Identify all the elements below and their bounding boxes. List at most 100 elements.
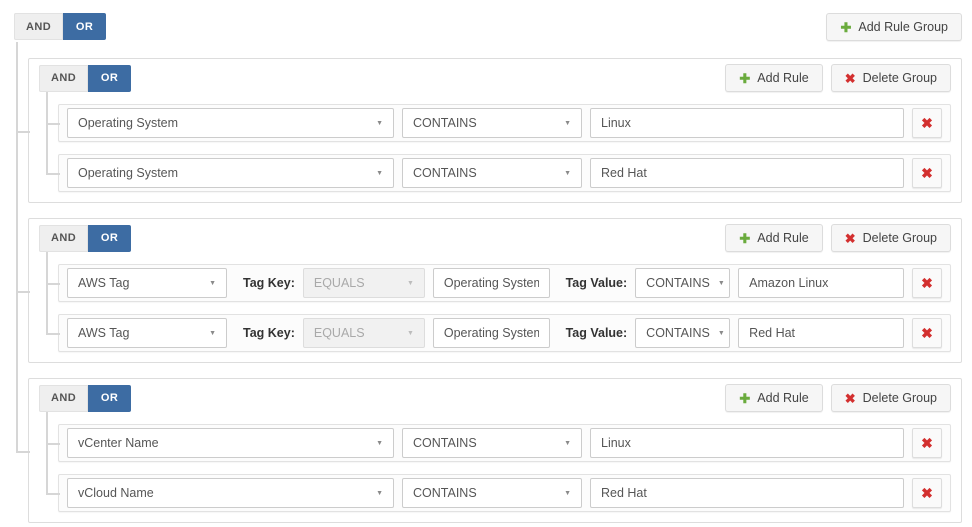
- operator-select[interactable]: CONTAINS ▼: [635, 318, 730, 348]
- rule-group-list: AND OR ✚ Add Rule ✖ Delete Group: [14, 58, 962, 523]
- group-actions: ✚ Add Rule ✖ Delete Group: [725, 224, 951, 252]
- operator-select[interactable]: CONTAINS ▼: [402, 478, 582, 508]
- group-header: AND OR ✚ Add Rule ✖ Delete Group: [39, 384, 951, 412]
- delete-group-button[interactable]: ✖ Delete Group: [831, 64, 951, 92]
- caret-down-icon: ▼: [376, 440, 383, 447]
- root-or-button[interactable]: OR: [63, 13, 106, 40]
- value-input[interactable]: [590, 428, 904, 458]
- field-select[interactable]: vCenter Name ▼: [67, 428, 394, 458]
- caret-down-icon: ▼: [718, 280, 725, 287]
- group-and-button[interactable]: AND: [39, 225, 88, 252]
- group-header: AND OR ✚ Add Rule ✖ Delete Group: [39, 224, 951, 252]
- delete-rule-button[interactable]: ✖: [912, 478, 942, 508]
- operator-select-value: CONTAINS: [413, 436, 477, 450]
- rule-list: vCenter Name ▼ CONTAINS ▼ ✖ vCloud Name: [39, 424, 951, 512]
- field-select-value: Operating System: [78, 116, 178, 130]
- group-and-or-toggle: AND OR: [39, 65, 131, 92]
- field-select[interactable]: AWS Tag ▼: [67, 318, 227, 348]
- value-input[interactable]: [590, 158, 904, 188]
- tag-key-operator-select: EQUALS ▼: [303, 318, 425, 348]
- delete-icon: ✖: [921, 326, 933, 340]
- tag-key-input[interactable]: [433, 318, 550, 348]
- caret-down-icon: ▼: [407, 330, 414, 337]
- caret-down-icon: ▼: [209, 280, 216, 287]
- caret-down-icon: ▼: [564, 120, 571, 127]
- plus-icon: ✚: [840, 21, 851, 34]
- rule-list: AWS Tag ▼ Tag Key: EQUALS ▼ Tag Value: C…: [39, 264, 951, 352]
- tag-key-input[interactable]: [433, 268, 550, 298]
- operator-select[interactable]: CONTAINS ▼: [402, 428, 582, 458]
- add-rule-button[interactable]: ✚ Add Rule: [725, 224, 822, 252]
- caret-down-icon: ▼: [407, 280, 414, 287]
- field-select[interactable]: vCloud Name ▼: [67, 478, 394, 508]
- rule-group: AND OR ✚ Add Rule ✖ Delete Group: [28, 218, 962, 363]
- add-rule-button[interactable]: ✚ Add Rule: [725, 64, 822, 92]
- tag-key-label: Tag Key:: [243, 326, 295, 340]
- value-input[interactable]: [738, 268, 904, 298]
- caret-down-icon: ▼: [376, 120, 383, 127]
- field-select-value: AWS Tag: [78, 326, 129, 340]
- operator-select-value: CONTAINS: [413, 166, 477, 180]
- value-input[interactable]: [738, 318, 904, 348]
- rule-row: vCenter Name ▼ CONTAINS ▼ ✖: [58, 424, 951, 462]
- field-select[interactable]: Operating System ▼: [67, 158, 394, 188]
- caret-down-icon: ▼: [209, 330, 216, 337]
- delete-group-button[interactable]: ✖ Delete Group: [831, 384, 951, 412]
- delete-icon: ✖: [921, 486, 933, 500]
- add-rule-label: Add Rule: [757, 391, 808, 405]
- caret-down-icon: ▼: [564, 170, 571, 177]
- root-and-button[interactable]: AND: [14, 13, 63, 40]
- field-select-value: vCenter Name: [78, 436, 159, 450]
- value-input[interactable]: [590, 108, 904, 138]
- caret-down-icon: ▼: [376, 490, 383, 497]
- delete-icon: ✖: [845, 392, 856, 405]
- delete-rule-button[interactable]: ✖: [912, 318, 942, 348]
- add-rule-group-button[interactable]: ✚ Add Rule Group: [826, 13, 962, 41]
- rule-group: AND OR ✚ Add Rule ✖ Delete Group: [28, 378, 962, 523]
- delete-group-button[interactable]: ✖ Delete Group: [831, 224, 951, 252]
- field-select[interactable]: AWS Tag ▼: [67, 268, 227, 298]
- plus-icon: ✚: [739, 72, 750, 85]
- operator-select-value: CONTAINS: [646, 326, 710, 340]
- delete-group-label: Delete Group: [863, 71, 937, 85]
- add-rule-label: Add Rule: [757, 71, 808, 85]
- rule-row: AWS Tag ▼ Tag Key: EQUALS ▼ Tag Value: C…: [58, 314, 951, 352]
- delete-icon: ✖: [921, 166, 933, 180]
- value-input[interactable]: [590, 478, 904, 508]
- tag-key-operator-select: EQUALS ▼: [303, 268, 425, 298]
- rule-group: AND OR ✚ Add Rule ✖ Delete Group: [28, 58, 962, 203]
- group-and-or-toggle: AND OR: [39, 385, 131, 412]
- add-rule-label: Add Rule: [757, 231, 808, 245]
- group-and-button[interactable]: AND: [39, 65, 88, 92]
- operator-select[interactable]: CONTAINS ▼: [402, 108, 582, 138]
- rule-list: Operating System ▼ CONTAINS ▼ ✖ Operatin…: [39, 104, 951, 192]
- caret-down-icon: ▼: [376, 170, 383, 177]
- group-actions: ✚ Add Rule ✖ Delete Group: [725, 384, 951, 412]
- field-select-value: vCloud Name: [78, 486, 154, 500]
- delete-rule-button[interactable]: ✖: [912, 108, 942, 138]
- root-and-or-toggle: AND OR: [14, 13, 106, 40]
- group-header: AND OR ✚ Add Rule ✖ Delete Group: [39, 64, 951, 92]
- group-or-button[interactable]: OR: [88, 65, 131, 92]
- delete-group-label: Delete Group: [863, 391, 937, 405]
- tag-key-operator-value: EQUALS: [314, 326, 365, 340]
- add-rule-button[interactable]: ✚ Add Rule: [725, 384, 822, 412]
- delete-rule-button[interactable]: ✖: [912, 268, 942, 298]
- delete-rule-button[interactable]: ✖: [912, 158, 942, 188]
- delete-rule-button[interactable]: ✖: [912, 428, 942, 458]
- rule-row: Operating System ▼ CONTAINS ▼ ✖: [58, 104, 951, 142]
- field-select[interactable]: Operating System ▼: [67, 108, 394, 138]
- group-or-button[interactable]: OR: [88, 385, 131, 412]
- rule-row: vCloud Name ▼ CONTAINS ▼ ✖: [58, 474, 951, 512]
- caret-down-icon: ▼: [564, 490, 571, 497]
- delete-icon: ✖: [845, 72, 856, 85]
- group-actions: ✚ Add Rule ✖ Delete Group: [725, 64, 951, 92]
- operator-select-value: CONTAINS: [413, 116, 477, 130]
- caret-down-icon: ▼: [718, 330, 725, 337]
- group-and-button[interactable]: AND: [39, 385, 88, 412]
- plus-icon: ✚: [739, 232, 750, 245]
- group-or-button[interactable]: OR: [88, 225, 131, 252]
- tag-value-label: Tag Value:: [566, 326, 628, 340]
- operator-select[interactable]: CONTAINS ▼: [635, 268, 730, 298]
- operator-select[interactable]: CONTAINS ▼: [402, 158, 582, 188]
